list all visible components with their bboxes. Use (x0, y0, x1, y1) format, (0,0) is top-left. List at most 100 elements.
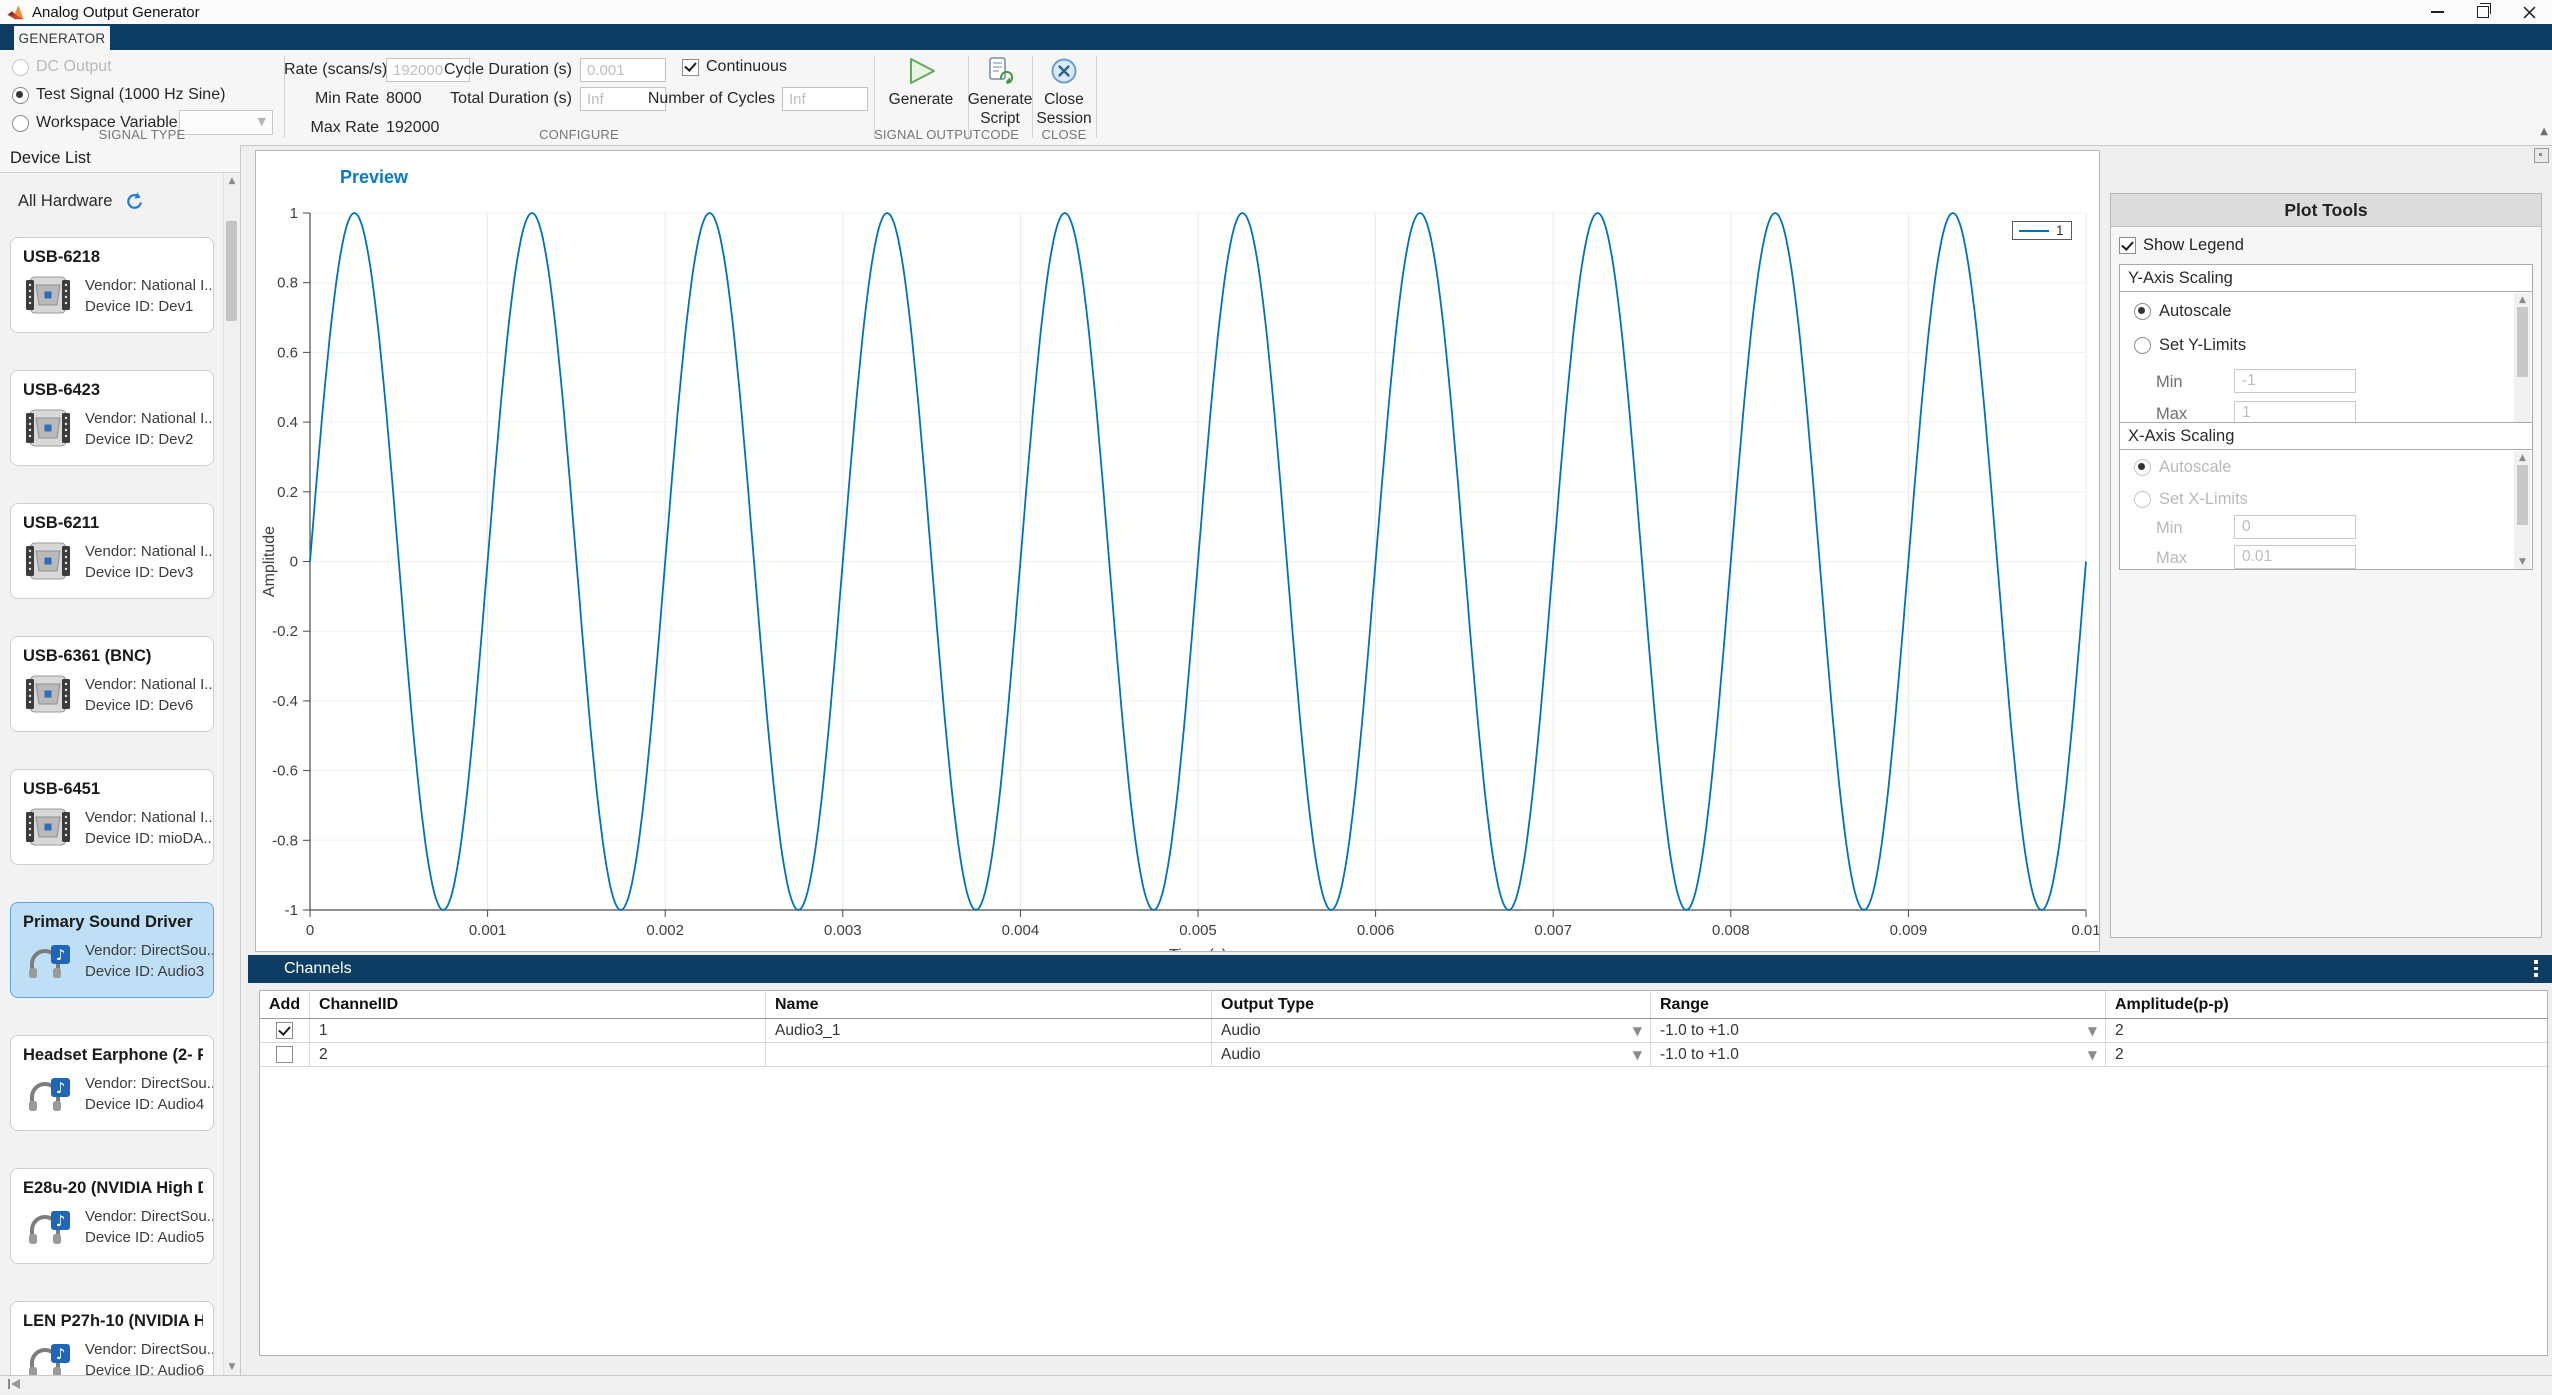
svg-text:0.007: 0.007 (1534, 922, 1572, 939)
amplitude-cell[interactable]: 2 (2106, 1043, 2547, 1066)
device-id: Device ID: Dev1 (85, 296, 214, 317)
preview-panel: 00.0010.0020.0030.0040.0050.0060.0070.00… (255, 150, 2100, 952)
scroll-up-icon[interactable]: ▲ (2514, 295, 2531, 305)
plot-legend[interactable]: 1 (2012, 221, 2072, 240)
scrollbar-thumb[interactable] (226, 221, 237, 321)
continuous-checkbox[interactable]: Continuous (682, 58, 787, 76)
panel-menu-icon[interactable] (2534, 960, 2538, 980)
x-min-label: Min (2156, 519, 2183, 538)
close-button[interactable] (2506, 0, 2552, 24)
svg-text:1: 1 (290, 205, 298, 222)
channelid-cell[interactable]: 1 (310, 1019, 766, 1042)
configure-section-label: CONFIGURE (284, 127, 874, 142)
add-cell[interactable] (260, 1043, 310, 1066)
chevron-down-icon[interactable]: ▼ (1633, 1048, 1642, 1062)
collapse-ribbon-icon[interactable]: ▲ (2540, 126, 2548, 137)
name-cell[interactable] (766, 1043, 1212, 1066)
radio-test-signal[interactable]: Test Signal (1000 Hz Sine) (12, 86, 225, 104)
device-id: Device ID: mioDA... (85, 828, 214, 849)
add-checkbox[interactable] (276, 1022, 293, 1039)
generate-button[interactable]: Generate (874, 56, 968, 109)
device-id: Device ID: Audio5 (85, 1227, 214, 1248)
scrollbar-thumb[interactable] (2517, 307, 2528, 377)
set-y-limits-radio[interactable]: Set Y-Limits (2134, 336, 2246, 355)
device-card[interactable]: USB-6423 (10, 370, 214, 466)
add-checkbox[interactable] (276, 1046, 293, 1063)
script-icon (985, 56, 1015, 86)
name-cell[interactable]: Audio3_1 (766, 1019, 1212, 1042)
radio-icon (12, 59, 29, 76)
output-type-cell[interactable]: Audio ▼ (1212, 1043, 1651, 1066)
radio-icon (2134, 491, 2151, 508)
show-legend-checkbox[interactable]: Show Legend (2119, 236, 2244, 255)
device-card[interactable]: Primary Sound Driver (10, 902, 214, 998)
device-icon: ♪ (23, 1206, 73, 1246)
generate-script-label: Generate Script (968, 90, 1033, 128)
range-cell[interactable]: -1.0 to +1.0 ▼ (1651, 1019, 2106, 1042)
device-id: Device ID: Dev3 (85, 562, 214, 583)
device-card[interactable]: LEN P27h-10 (NVIDIA Hi... (10, 1301, 214, 1375)
device-name: USB-6218 (23, 248, 203, 267)
svg-text:-1: -1 (285, 902, 298, 919)
refresh-icon[interactable] (124, 191, 144, 211)
add-cell[interactable] (260, 1019, 310, 1042)
device-card[interactable]: USB-6361 (BNC) (10, 636, 214, 732)
device-vendor: Vendor: DirectSou... (85, 940, 214, 961)
all-hardware-row[interactable]: All Hardware (18, 191, 214, 211)
device-list: All Hardware USB-6218 (0, 173, 224, 1375)
device-name: E28u-20 (NVIDIA High D... (23, 1179, 203, 1198)
y-autoscale-radio[interactable]: Autoscale (2134, 302, 2231, 321)
device-card[interactable]: USB-6211 (10, 503, 214, 599)
device-icon: ♪ (23, 1073, 73, 1113)
cycle-duration-label: Cycle Duration (s) (404, 61, 572, 79)
set-y-limits-label: Set Y-Limits (2159, 336, 2246, 355)
col-header-name: Name (766, 991, 1212, 1018)
x-group-scrollbar[interactable]: ▲ ▼ (2514, 451, 2531, 569)
device-id: Device ID: Audio6 (85, 1360, 214, 1375)
device-card[interactable]: USB-6218 (10, 237, 214, 333)
generate-script-button[interactable]: Generate Script (968, 56, 1032, 128)
y-group-scrollbar[interactable]: ▲ ▼ (2514, 293, 2531, 435)
skip-to-start-icon[interactable] (6, 1378, 24, 1390)
tab-generator[interactable]: GENERATOR (14, 26, 110, 50)
device-icon: ♪ (23, 408, 73, 448)
checkbox-icon (2119, 237, 2136, 254)
section-signal-output: Generate SIGNAL OUTPUT (874, 50, 968, 145)
number-of-cycles-label: Number of Cycles (624, 90, 775, 108)
daq-device-icon (23, 807, 73, 847)
device-card[interactable]: E28u-20 (NVIDIA High D... (10, 1168, 214, 1264)
device-icon: ♪ (23, 275, 73, 315)
headphones-icon: ♪ (23, 1206, 73, 1246)
device-list-scrollbar[interactable]: ▲ ▼ (223, 173, 240, 1375)
channelid-cell[interactable]: 2 (310, 1043, 766, 1066)
x-max-label: Max (2156, 549, 2187, 568)
chevron-down-icon[interactable]: ▼ (2088, 1024, 2097, 1038)
chevron-down-icon[interactable]: ▼ (1633, 1024, 1642, 1038)
preview-tab-label[interactable]: Preview (340, 167, 408, 188)
svg-text:0.002: 0.002 (646, 922, 684, 939)
x-autoscale-label: Autoscale (2159, 458, 2231, 477)
ribbon-toolbar: DC Output Test Signal (1000 Hz Sine) Wor… (0, 50, 2552, 146)
set-x-limits-label: Set X-Limits (2159, 490, 2248, 509)
amplitude-cell[interactable]: 2 (2106, 1019, 2547, 1042)
range-cell[interactable]: -1.0 to +1.0 ▼ (1651, 1043, 2106, 1066)
svg-text:♪: ♪ (56, 1212, 66, 1230)
device-card[interactable]: Headset Earphone (2- Pol... (10, 1035, 214, 1131)
minimize-button[interactable] (2414, 0, 2460, 24)
scroll-up-icon[interactable]: ▲ (224, 176, 240, 186)
layout-icon[interactable] (2534, 148, 2549, 163)
device-card[interactable]: USB-6451 (10, 769, 214, 865)
scrollbar-thumb[interactable] (2517, 465, 2528, 525)
headphones-icon: ♪ (23, 940, 73, 980)
chevron-down-icon[interactable]: ▼ (2088, 1048, 2097, 1062)
restore-button[interactable] (2460, 0, 2506, 24)
close-session-button[interactable]: Close Session (1032, 56, 1096, 128)
legend-line-sample (2019, 230, 2049, 232)
svg-text:0.001: 0.001 (469, 922, 507, 939)
scroll-down-icon[interactable]: ▼ (224, 1362, 240, 1372)
device-vendor: Vendor: DirectSou... (85, 1206, 214, 1227)
scroll-down-icon[interactable]: ▼ (2514, 557, 2531, 567)
headphones-icon: ♪ (23, 1339, 73, 1375)
output-type-cell[interactable]: Audio ▼ (1212, 1019, 1651, 1042)
scroll-up-icon[interactable]: ▲ (2514, 453, 2531, 463)
